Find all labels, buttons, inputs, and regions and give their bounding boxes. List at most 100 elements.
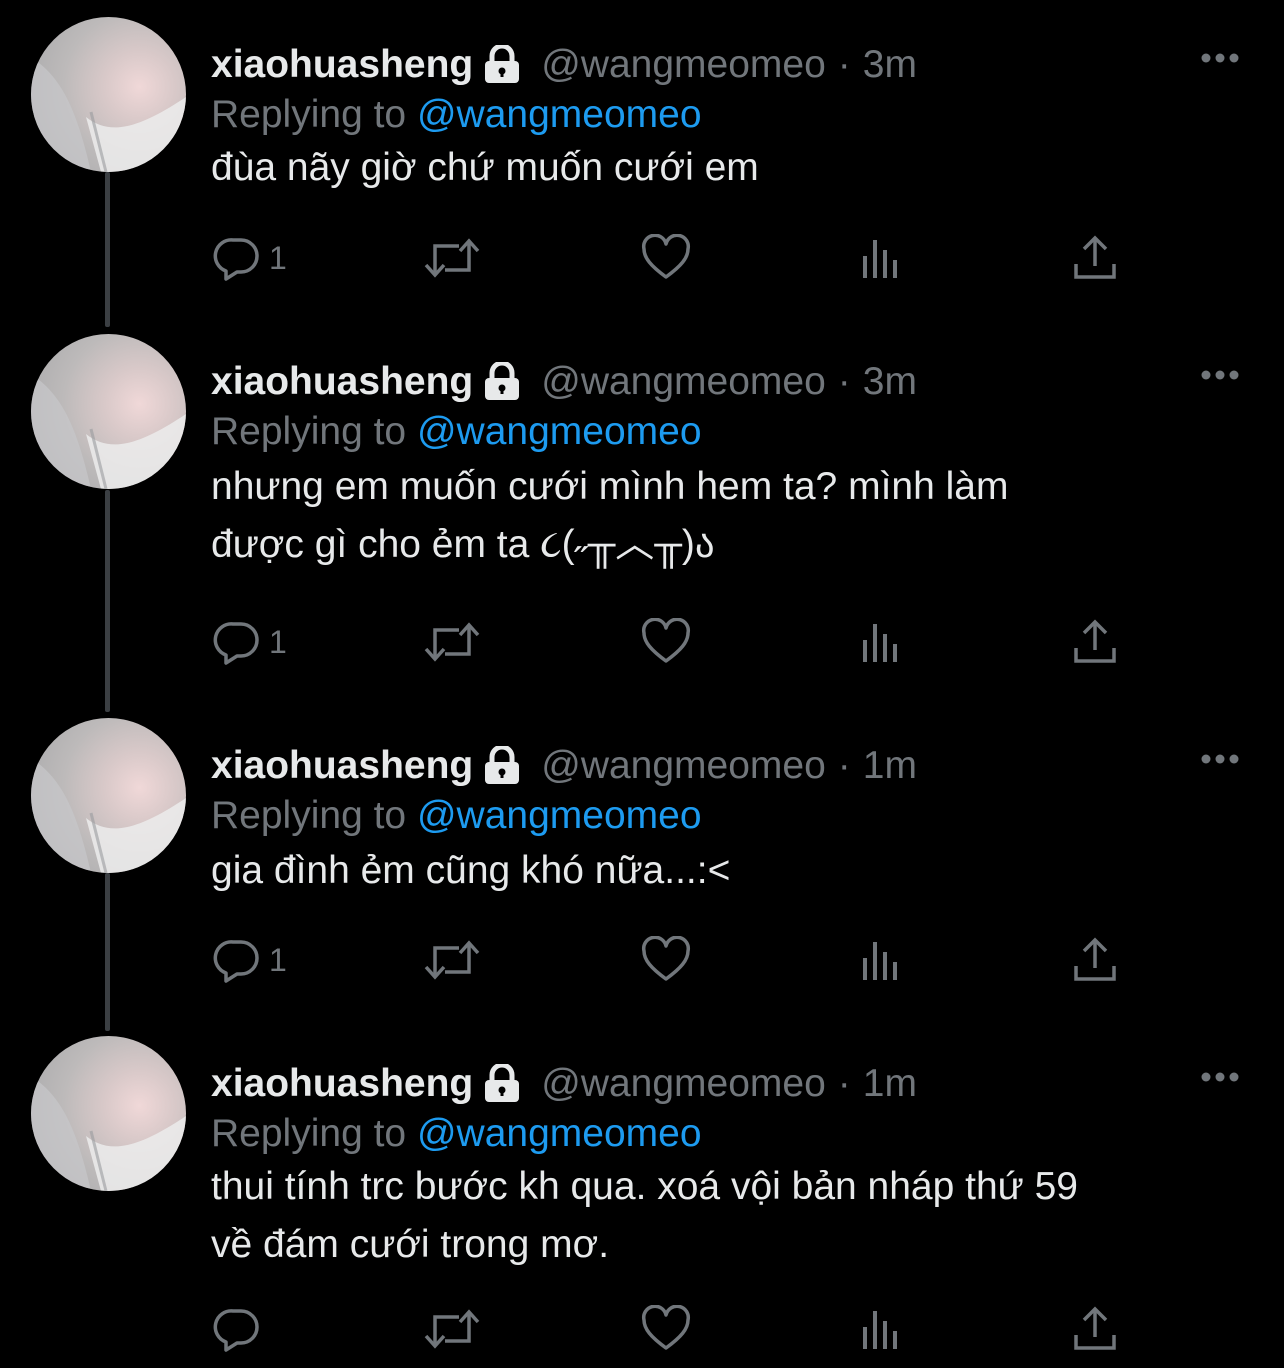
avatar-image (31, 374, 186, 489)
views-icon (863, 1311, 897, 1349)
avatar[interactable] (31, 334, 186, 489)
handle[interactable]: @wangmeomeo (541, 42, 826, 87)
avatar[interactable] (31, 17, 186, 172)
action-bar: 1 (0, 935, 1284, 985)
tweet-header: xiaohuasheng @wangmeomeo · 1m (211, 743, 917, 788)
tweet[interactable]: xiaohuasheng @wangmeomeo · 3m Replying t… (0, 334, 1284, 704)
handle[interactable]: @wangmeomeo (541, 1061, 826, 1106)
action-bar: 1 (0, 617, 1284, 667)
like-button[interactable] (641, 935, 691, 985)
mention-link[interactable]: @wangmeomeo (417, 794, 702, 837)
lock-icon (485, 745, 520, 784)
separator: · (837, 43, 851, 86)
retweet-button[interactable] (423, 233, 481, 283)
views-icon (863, 942, 897, 980)
share-icon (1074, 1306, 1116, 1350)
share-button[interactable] (1072, 233, 1118, 283)
reply-button[interactable]: 1 (213, 233, 287, 283)
reply-button[interactable]: 1 (213, 617, 287, 667)
action-bar (0, 1304, 1284, 1354)
handle[interactable]: @wangmeomeo (541, 743, 826, 788)
mention-link[interactable]: @wangmeomeo (417, 93, 702, 136)
like-icon (641, 936, 691, 981)
replying-to: Replying to @wangmeomeo (211, 409, 702, 454)
replying-prefix: Replying to (211, 794, 407, 837)
tweet-text: đùa nãy giờ chứ muốn cưới em (211, 146, 759, 189)
reply-button[interactable]: 1 (213, 935, 287, 985)
action-bar: 1 (0, 233, 1284, 283)
more-icon[interactable] (1200, 367, 1240, 383)
share-button[interactable] (1072, 1304, 1118, 1354)
replying-prefix: Replying to (211, 93, 407, 136)
like-button[interactable] (641, 233, 691, 283)
timestamp[interactable]: 3m (863, 359, 917, 404)
views-button[interactable] (860, 1304, 904, 1354)
lock-icon (485, 1063, 520, 1102)
reply-icon (213, 238, 259, 281)
tweet[interactable]: xiaohuasheng @wangmeomeo · 1m Replying t… (0, 1036, 1284, 1368)
display-name[interactable]: xiaohuasheng (211, 743, 473, 788)
like-icon (641, 234, 691, 279)
reply-button[interactable] (213, 1304, 269, 1354)
timestamp[interactable]: 3m (863, 42, 917, 87)
retweet-button[interactable] (423, 617, 481, 667)
like-button[interactable] (641, 1304, 691, 1354)
views-button[interactable] (860, 233, 904, 283)
reply-icon (213, 1309, 259, 1352)
replying-prefix: Replying to (211, 1112, 407, 1155)
reply-icon (213, 940, 259, 983)
reply-count: 1 (269, 941, 287, 978)
reply-count: 1 (269, 623, 287, 660)
lock-icon (485, 44, 520, 83)
more-icon[interactable] (1200, 751, 1240, 767)
tweet-text: thui tính trc bước kh qua. xoá vội bản n… (211, 1165, 1078, 1266)
views-button[interactable] (860, 935, 904, 985)
replying-to: Replying to @wangmeomeo (211, 92, 702, 137)
separator: · (837, 360, 851, 403)
like-button[interactable] (641, 617, 691, 667)
avatar-image (31, 1076, 186, 1191)
timestamp[interactable]: 1m (863, 743, 917, 788)
views-button[interactable] (860, 617, 904, 667)
display-name[interactable]: xiaohuasheng (211, 1061, 473, 1106)
replying-to: Replying to @wangmeomeo (211, 793, 702, 838)
share-icon (1074, 937, 1116, 981)
more-icon[interactable] (1200, 50, 1240, 66)
tweet-text: gia đình ẻm cũng khó nữa...:< (211, 849, 731, 892)
tweet-text: nhưng em muốn cưới mình hem ta? mình làm… (211, 465, 1009, 566)
avatar[interactable] (31, 1036, 186, 1191)
tweet-header: xiaohuasheng @wangmeomeo · 1m (211, 1061, 917, 1106)
share-icon (1074, 619, 1116, 663)
retweet-button[interactable] (423, 1304, 481, 1354)
retweet-button[interactable] (423, 935, 481, 985)
retweet-icon (424, 1309, 480, 1349)
tweet-header: xiaohuasheng @wangmeomeo · 3m (211, 359, 917, 404)
retweet-icon (424, 940, 480, 980)
lock-icon (485, 361, 520, 400)
separator: · (837, 1062, 851, 1105)
avatar-image (31, 758, 186, 873)
like-icon (641, 618, 691, 663)
share-icon (1074, 235, 1116, 279)
tweet[interactable]: xiaohuasheng @wangmeomeo · 1m Replying t… (0, 718, 1284, 1018)
display-name[interactable]: xiaohuasheng (211, 42, 473, 87)
reply-icon (213, 622, 259, 665)
views-icon (863, 240, 897, 278)
mention-link[interactable]: @wangmeomeo (417, 1112, 702, 1155)
separator: · (837, 744, 851, 787)
retweet-icon (424, 622, 480, 662)
share-button[interactable] (1072, 617, 1118, 667)
retweet-icon (424, 238, 480, 278)
replying-to: Replying to @wangmeomeo (211, 1111, 702, 1156)
avatar[interactable] (31, 718, 186, 873)
share-button[interactable] (1072, 935, 1118, 985)
handle[interactable]: @wangmeomeo (541, 359, 826, 404)
avatar-image (31, 57, 186, 172)
views-icon (863, 624, 897, 662)
mention-link[interactable]: @wangmeomeo (417, 410, 702, 453)
tweet[interactable]: xiaohuasheng @wangmeomeo · 3m Replying t… (0, 17, 1284, 317)
tweet-header: xiaohuasheng @wangmeomeo · 3m (211, 42, 917, 87)
timestamp[interactable]: 1m (863, 1061, 917, 1106)
display-name[interactable]: xiaohuasheng (211, 359, 473, 404)
more-icon[interactable] (1200, 1069, 1240, 1085)
